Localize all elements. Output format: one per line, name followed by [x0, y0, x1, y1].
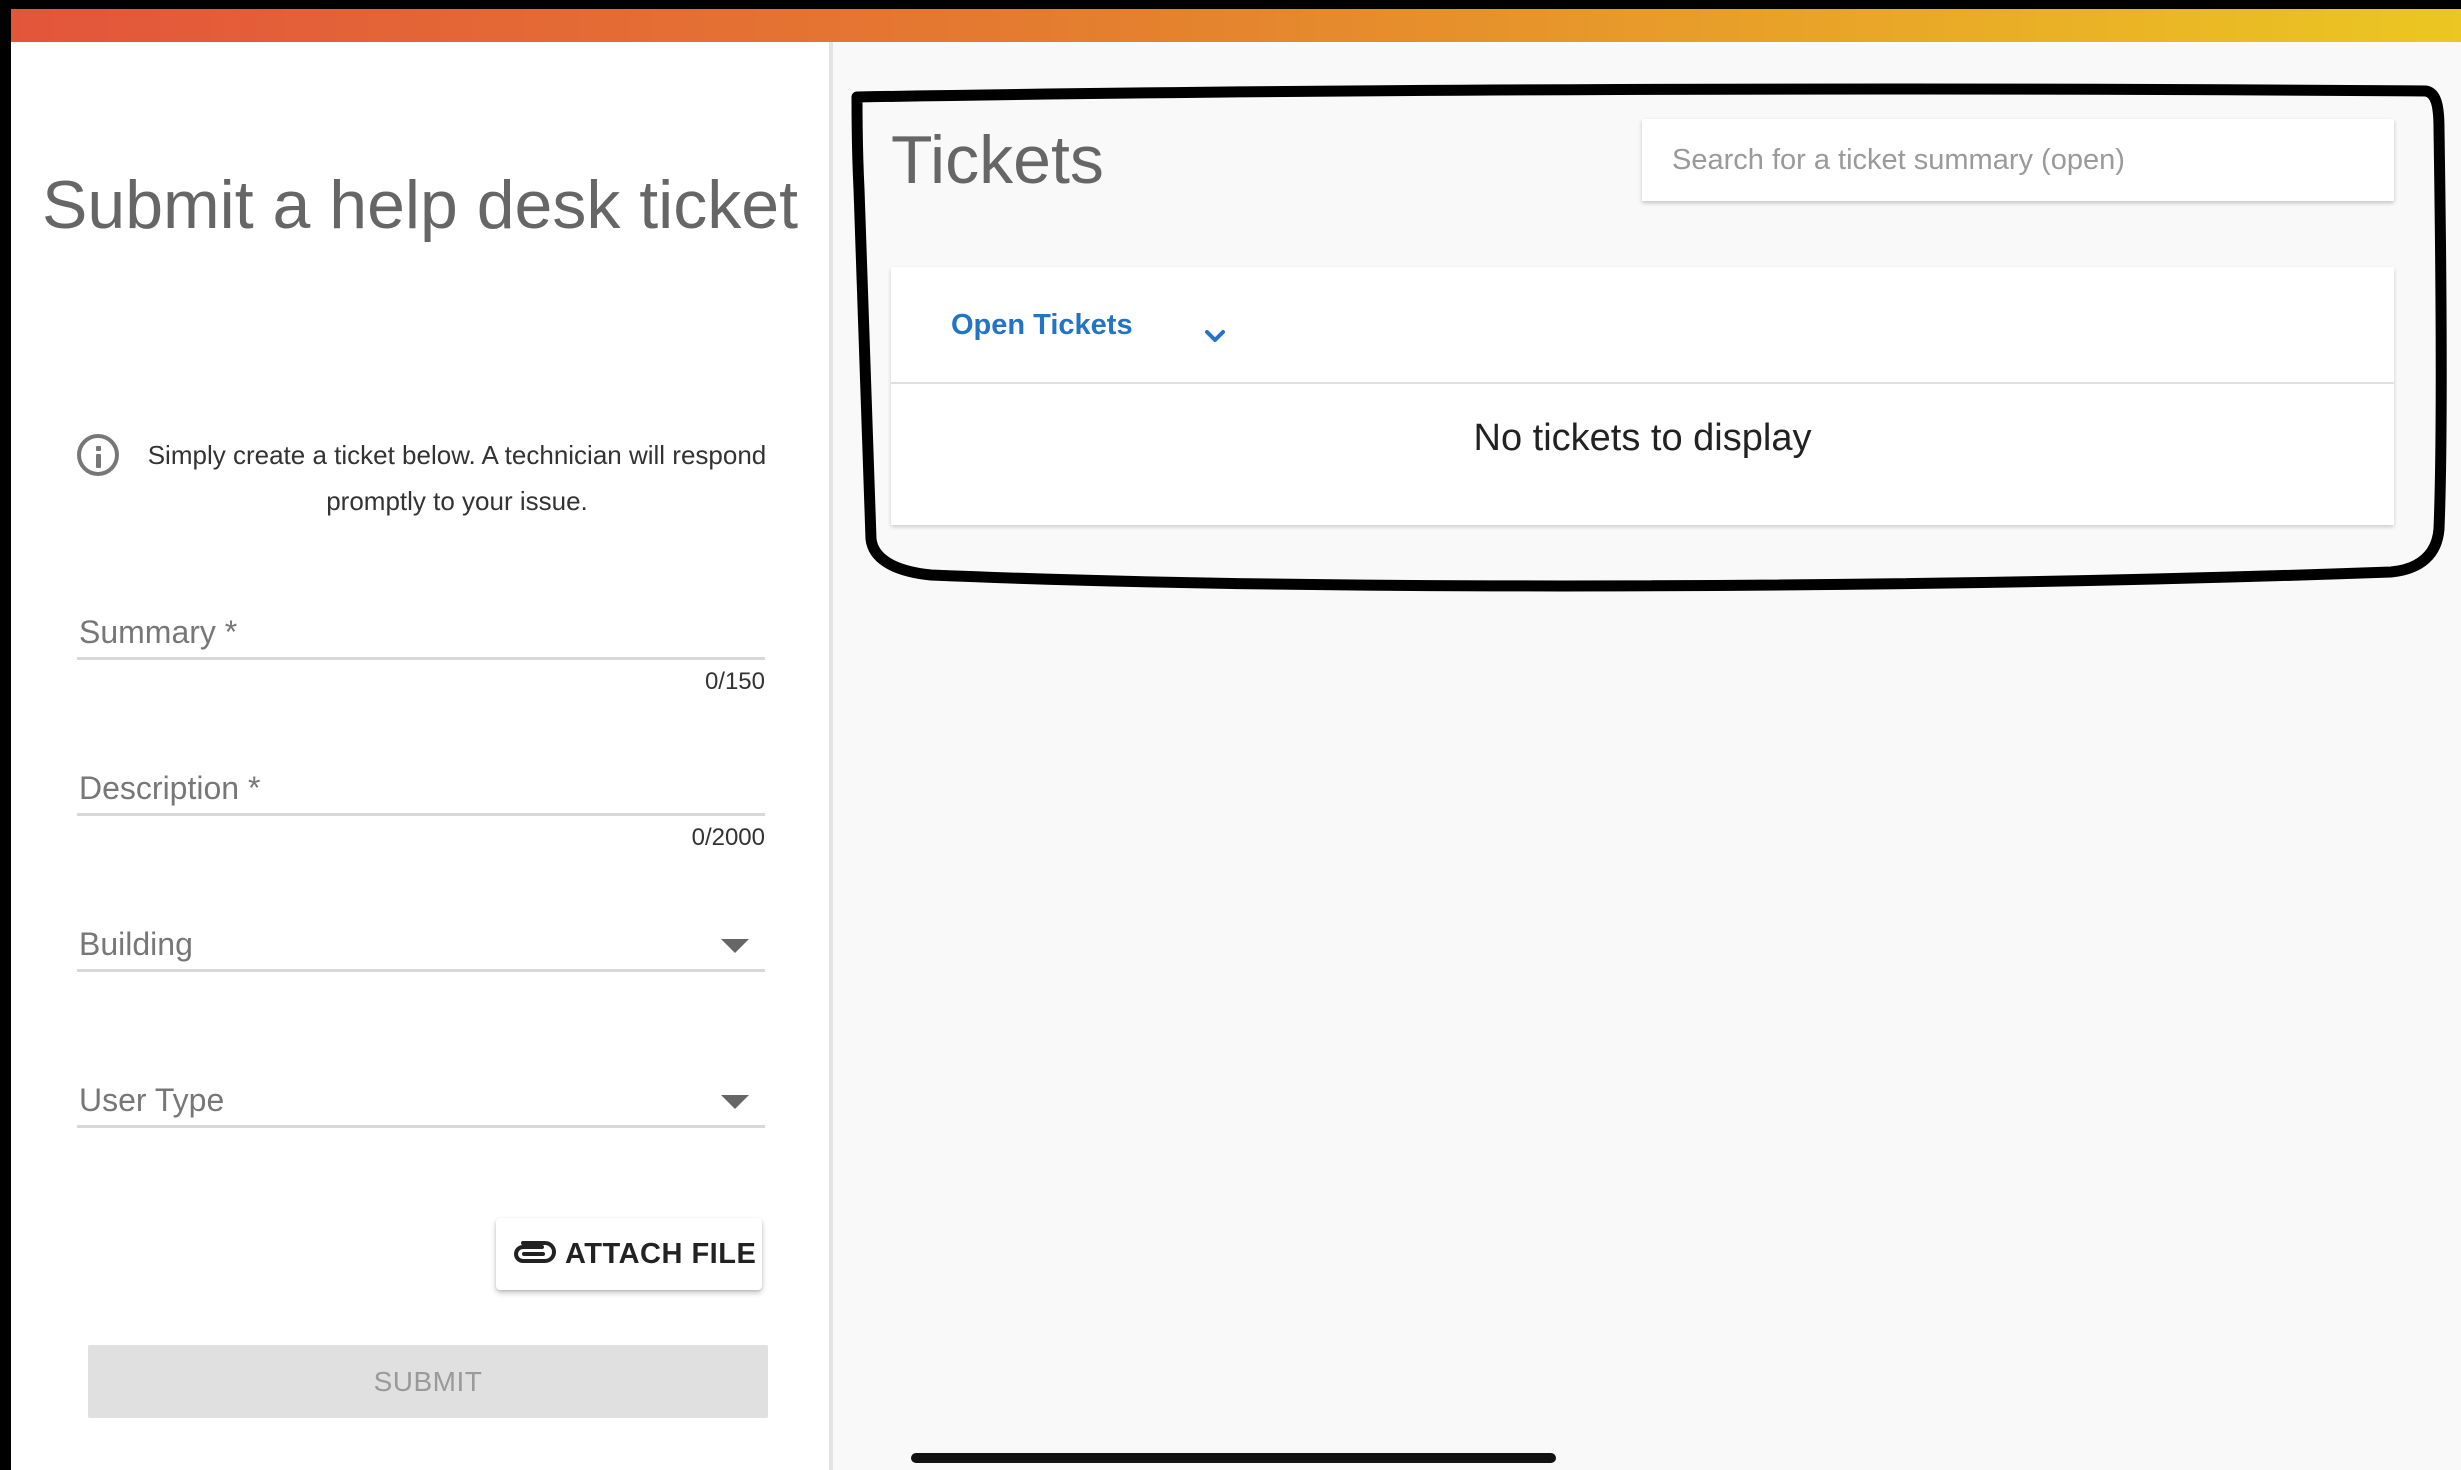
attach-file-label: ATTACH FILE: [565, 1238, 757, 1270]
chevron-down-icon: [1203, 319, 1227, 352]
info-icon: [77, 434, 119, 476]
user-type-label: User Type: [79, 1082, 225, 1118]
tickets-heading: Tickets: [891, 122, 1104, 198]
summary-field[interactable]: Summary * 0/150: [77, 600, 765, 695]
open-tickets-filter[interactable]: Open Tickets: [951, 309, 1225, 342]
caret-down-icon: [721, 1095, 749, 1109]
caret-down-icon: [721, 939, 749, 953]
empty-state-message: No tickets to display: [1473, 417, 1812, 459]
ticket-search-input[interactable]: [1642, 119, 2394, 201]
submit-label: SUBMIT: [373, 1366, 483, 1397]
building-select[interactable]: Building: [77, 912, 765, 972]
paperclip-icon: [512, 1238, 556, 1275]
description-field[interactable]: Description * 0/2000: [77, 756, 765, 851]
ticket-form-panel: Submit a help desk ticket Simply create …: [11, 42, 833, 1470]
brand-gradient-bar: [11, 9, 2461, 42]
attach-file-button[interactable]: ATTACH FILE: [496, 1218, 762, 1290]
description-label: Description *: [79, 770, 261, 806]
building-label: Building: [79, 926, 193, 962]
description-counter: 0/2000: [691, 824, 765, 851]
tickets-card: Open Tickets No tickets to display: [891, 267, 2394, 525]
summary-label: Summary *: [79, 614, 238, 650]
tickets-card-header: Open Tickets: [891, 267, 2394, 384]
open-tickets-label: Open Tickets: [951, 309, 1133, 341]
summary-counter: 0/150: [704, 668, 765, 695]
user-type-select[interactable]: User Type: [77, 1068, 765, 1128]
info-text: Simply create a ticket below. A technici…: [147, 440, 767, 516]
app-screen: Submit a help desk ticket Simply create …: [11, 9, 2461, 1470]
form-title: Submit a help desk ticket: [42, 167, 798, 243]
submit-button[interactable]: SUBMIT: [88, 1345, 768, 1418]
home-indicator: [911, 1453, 1556, 1463]
